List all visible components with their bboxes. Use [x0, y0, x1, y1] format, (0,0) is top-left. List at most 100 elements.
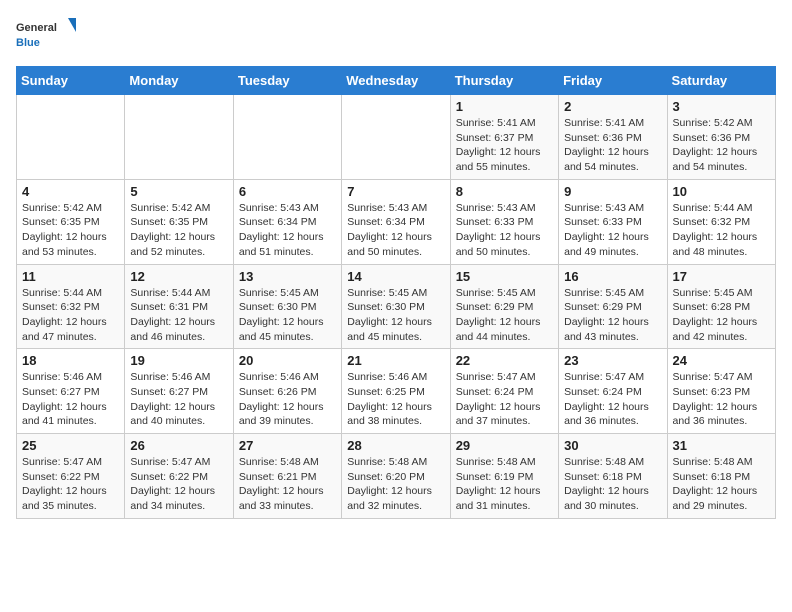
day-info: Sunrise: 5:42 AMSunset: 6:35 PMDaylight:… [130, 201, 227, 260]
calendar-cell: 23 Sunrise: 5:47 AMSunset: 6:24 PMDayligh… [559, 349, 667, 434]
week-row-2: 11 Sunrise: 5:44 AMSunset: 6:32 PMDayligh… [17, 264, 776, 349]
day-number: 24 [673, 353, 770, 368]
calendar-cell: 6 Sunrise: 5:43 AMSunset: 6:34 PMDaylight… [233, 179, 341, 264]
calendar-body: 1 Sunrise: 5:41 AMSunset: 6:37 PMDaylight… [17, 95, 776, 519]
calendar-cell: 22 Sunrise: 5:47 AMSunset: 6:24 PMDayligh… [450, 349, 558, 434]
day-number: 23 [564, 353, 661, 368]
header-wednesday: Wednesday [342, 67, 450, 95]
calendar-cell: 7 Sunrise: 5:43 AMSunset: 6:34 PMDaylight… [342, 179, 450, 264]
logo-svg: General Blue [16, 16, 76, 56]
calendar-cell: 26Sunrise: 5:47 AMSunset: 6:22 PMDayligh… [125, 434, 233, 519]
calendar-cell: 3 Sunrise: 5:42 AMSunset: 6:36 PMDaylight… [667, 95, 775, 180]
day-number: 29 [456, 438, 553, 453]
day-number: 2 [564, 99, 661, 114]
calendar-cell: 14 Sunrise: 5:45 AMSunset: 6:30 PMDayligh… [342, 264, 450, 349]
day-info: Sunrise: 5:46 AMSunset: 6:27 PMDaylight:… [130, 370, 227, 429]
header-monday: Monday [125, 67, 233, 95]
calendar-cell: 16 Sunrise: 5:45 AMSunset: 6:29 PMDayligh… [559, 264, 667, 349]
calendar-cell [125, 95, 233, 180]
svg-text:General: General [16, 22, 57, 34]
week-row-4: 25 Sunrise: 5:47 AMSunset: 6:22 PMDayligh… [17, 434, 776, 519]
day-number: 19 [130, 353, 227, 368]
day-info: Sunrise: 5:45 AMSunset: 6:29 PMDaylight:… [564, 286, 661, 345]
day-number: 30 [564, 438, 661, 453]
header-tuesday: Tuesday [233, 67, 341, 95]
day-number: 25 [22, 438, 119, 453]
calendar-cell [17, 95, 125, 180]
day-info: Sunrise: 5:41 AMSunset: 6:37 PMDaylight:… [456, 116, 553, 175]
day-info: Sunrise: 5:48 AMSunset: 6:18 PMDaylight:… [564, 455, 661, 514]
calendar-cell: 25Sunrise: 5:47 AMSunset: 6:22 PMDayligh… [17, 434, 125, 519]
day-number: 1 [456, 99, 553, 114]
day-info: Sunrise: 5:43 AMSunset: 6:34 PMDaylight:… [347, 201, 444, 260]
day-info: Sunrise: 5:48 AMSunset: 6:19 PMDaylight:… [456, 455, 553, 514]
day-info: Sunrise: 5:42 AMSunset: 6:36 PMDaylight:… [673, 116, 770, 175]
day-number: 8 [456, 184, 553, 199]
calendar-cell: 17Sunrise: 5:45 AMSunset: 6:28 PMDayligh… [667, 264, 775, 349]
day-number: 20 [239, 353, 336, 368]
day-info: Sunrise: 5:43 AMSunset: 6:34 PMDaylight:… [239, 201, 336, 260]
day-info: Sunrise: 5:46 AMSunset: 6:25 PMDaylight:… [347, 370, 444, 429]
calendar-cell: 11 Sunrise: 5:44 AMSunset: 6:32 PMDayligh… [17, 264, 125, 349]
calendar-cell: 19 Sunrise: 5:46 AMSunset: 6:27 PMDayligh… [125, 349, 233, 434]
day-number: 9 [564, 184, 661, 199]
calendar-cell: 15Sunrise: 5:45 AMSunset: 6:29 PMDayligh… [450, 264, 558, 349]
calendar-cell: 18 Sunrise: 5:46 AMSunset: 6:27 PMDayligh… [17, 349, 125, 434]
header-row: SundayMondayTuesdayWednesdayThursdayFrid… [17, 67, 776, 95]
day-number: 3 [673, 99, 770, 114]
header: General Blue [16, 16, 776, 56]
day-info: Sunrise: 5:48 AMSunset: 6:21 PMDaylight:… [239, 455, 336, 514]
svg-text:Blue: Blue [16, 37, 40, 49]
week-row-3: 18 Sunrise: 5:46 AMSunset: 6:27 PMDayligh… [17, 349, 776, 434]
calendar-cell [342, 95, 450, 180]
calendar-cell: 31 Sunrise: 5:48 AMSunset: 6:18 PMDayligh… [667, 434, 775, 519]
day-info: Sunrise: 5:48 AMSunset: 6:18 PMDaylight:… [673, 455, 770, 514]
calendar-cell: 10Sunrise: 5:44 AMSunset: 6:32 PMDayligh… [667, 179, 775, 264]
day-number: 22 [456, 353, 553, 368]
day-number: 6 [239, 184, 336, 199]
calendar-cell: 29 Sunrise: 5:48 AMSunset: 6:19 PMDayligh… [450, 434, 558, 519]
day-number: 14 [347, 269, 444, 284]
day-number: 7 [347, 184, 444, 199]
header-sunday: Sunday [17, 67, 125, 95]
day-info: Sunrise: 5:47 AMSunset: 6:23 PMDaylight:… [673, 370, 770, 429]
day-number: 5 [130, 184, 227, 199]
calendar-cell: 27 Sunrise: 5:48 AMSunset: 6:21 PMDayligh… [233, 434, 341, 519]
day-number: 21 [347, 353, 444, 368]
day-info: Sunrise: 5:45 AMSunset: 6:29 PMDaylight:… [456, 286, 553, 345]
day-number: 12 [130, 269, 227, 284]
day-info: Sunrise: 5:44 AMSunset: 6:31 PMDaylight:… [130, 286, 227, 345]
calendar-cell: 24 Sunrise: 5:47 AMSunset: 6:23 PMDayligh… [667, 349, 775, 434]
calendar-cell: 30 Sunrise: 5:48 AMSunset: 6:18 PMDayligh… [559, 434, 667, 519]
day-number: 17 [673, 269, 770, 284]
day-info: Sunrise: 5:46 AMSunset: 6:27 PMDaylight:… [22, 370, 119, 429]
calendar-cell: 8Sunrise: 5:43 AMSunset: 6:33 PMDaylight… [450, 179, 558, 264]
calendar-cell: 21 Sunrise: 5:46 AMSunset: 6:25 PMDayligh… [342, 349, 450, 434]
day-number: 13 [239, 269, 336, 284]
calendar-cell: 2Sunrise: 5:41 AMSunset: 6:36 PMDaylight… [559, 95, 667, 180]
calendar-cell: 9 Sunrise: 5:43 AMSunset: 6:33 PMDaylight… [559, 179, 667, 264]
day-number: 18 [22, 353, 119, 368]
calendar-cell: 20Sunrise: 5:46 AMSunset: 6:26 PMDayligh… [233, 349, 341, 434]
day-info: Sunrise: 5:43 AMSunset: 6:33 PMDaylight:… [564, 201, 661, 260]
calendar-cell: 1 Sunrise: 5:41 AMSunset: 6:37 PMDaylight… [450, 95, 558, 180]
day-info: Sunrise: 5:45 AMSunset: 6:30 PMDaylight:… [347, 286, 444, 345]
day-info: Sunrise: 5:42 AMSunset: 6:35 PMDaylight:… [22, 201, 119, 260]
day-number: 27 [239, 438, 336, 453]
day-info: Sunrise: 5:47 AMSunset: 6:24 PMDaylight:… [456, 370, 553, 429]
day-number: 16 [564, 269, 661, 284]
calendar-cell: 5 Sunrise: 5:42 AMSunset: 6:35 PMDaylight… [125, 179, 233, 264]
week-row-0: 1 Sunrise: 5:41 AMSunset: 6:37 PMDaylight… [17, 95, 776, 180]
calendar-cell: 13Sunrise: 5:45 AMSunset: 6:30 PMDayligh… [233, 264, 341, 349]
calendar-cell [233, 95, 341, 180]
calendar-cell: 12 Sunrise: 5:44 AMSunset: 6:31 PMDayligh… [125, 264, 233, 349]
day-number: 4 [22, 184, 119, 199]
day-number: 10 [673, 184, 770, 199]
day-number: 11 [22, 269, 119, 284]
day-number: 28 [347, 438, 444, 453]
day-info: Sunrise: 5:47 AMSunset: 6:22 PMDaylight:… [130, 455, 227, 514]
day-info: Sunrise: 5:47 AMSunset: 6:24 PMDaylight:… [564, 370, 661, 429]
day-info: Sunrise: 5:48 AMSunset: 6:20 PMDaylight:… [347, 455, 444, 514]
day-number: 31 [673, 438, 770, 453]
day-info: Sunrise: 5:44 AMSunset: 6:32 PMDaylight:… [22, 286, 119, 345]
